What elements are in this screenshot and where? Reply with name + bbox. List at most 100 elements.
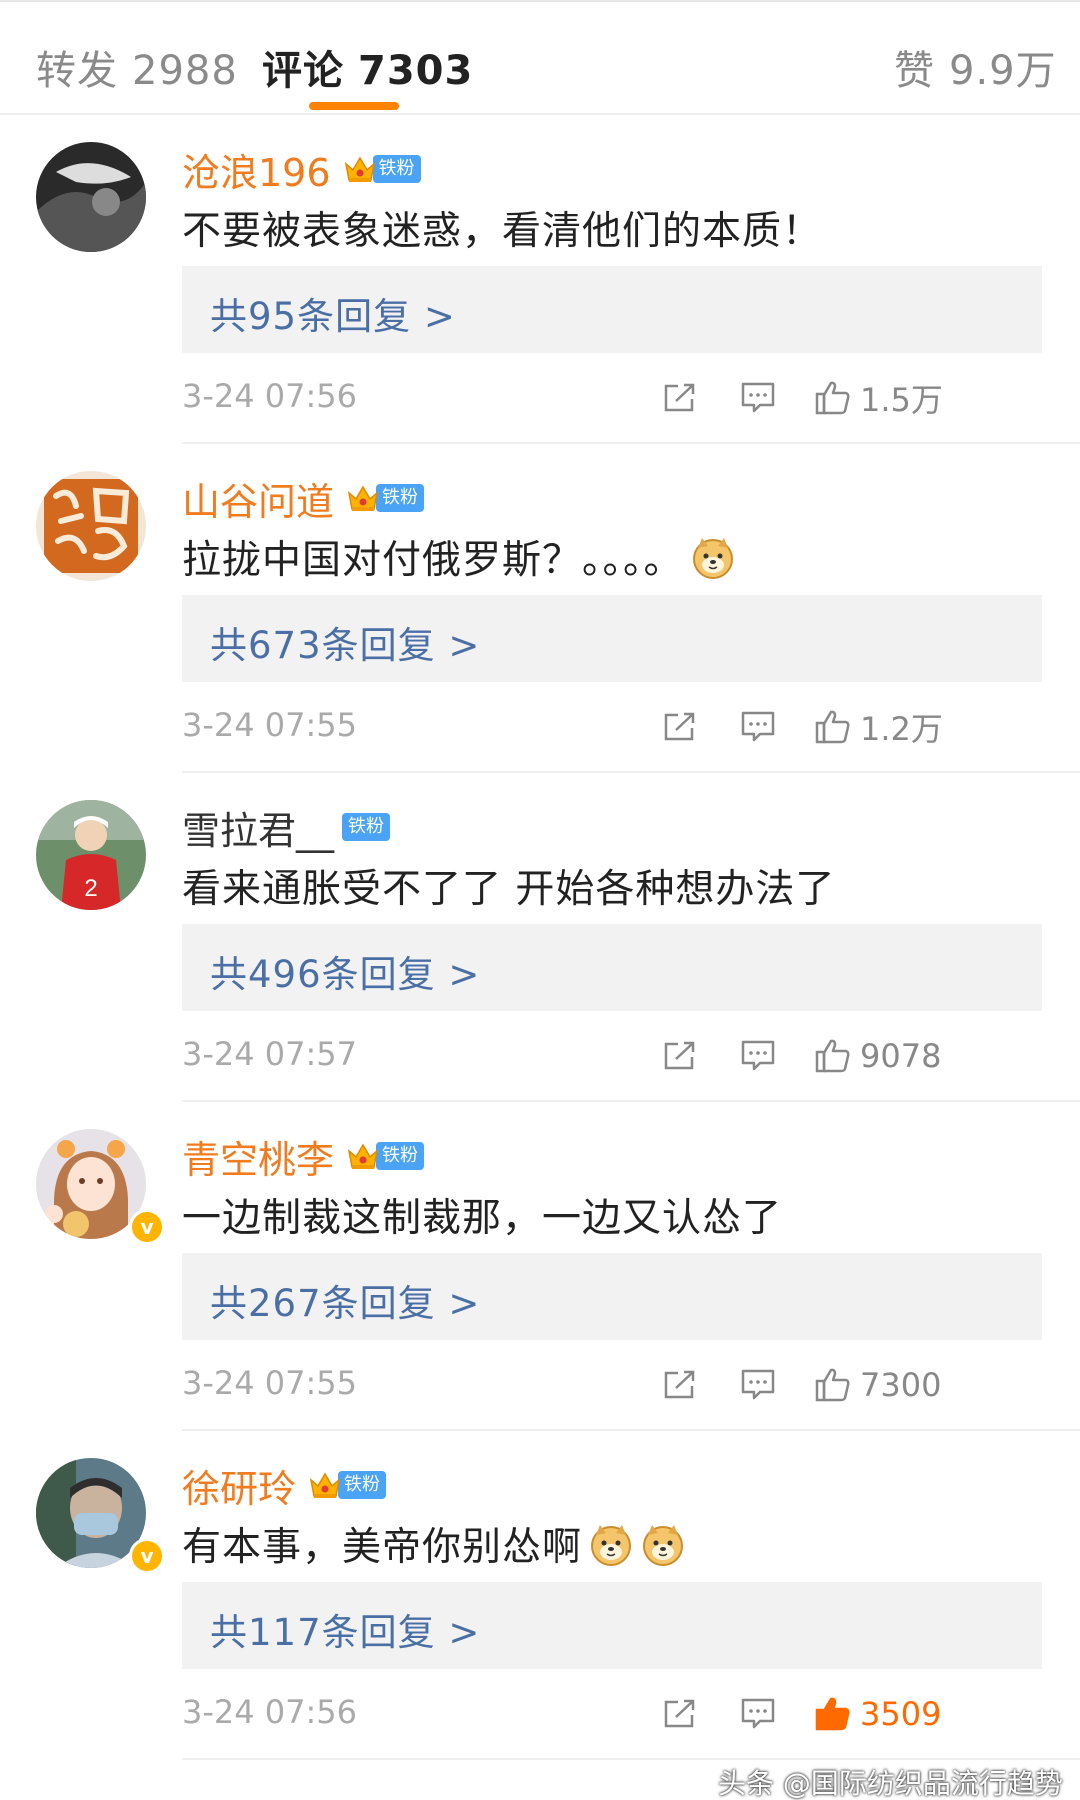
view-replies-label: 共267条回复 > [210,1282,481,1325]
comment-header: 青空桃李 铁粉 [182,1128,425,1184]
reply-button[interactable] [740,1031,776,1081]
like-button[interactable]: 3509 [814,1689,941,1739]
crown-icon [308,1470,342,1500]
fan-badge[interactable]: 铁粉 [342,812,391,842]
username[interactable]: 沧浪196 [182,142,331,197]
comment-meta: 3-24 07:56 1.5万 [182,373,1042,423]
view-replies-button[interactable]: 共95条回复 > [182,266,1042,353]
comment-icon [740,1697,776,1731]
comment-timestamp: 3-24 07:56 [182,1693,358,1731]
comment-timestamp: 3-24 07:57 [182,1035,358,1073]
username[interactable]: 山谷问道 [182,471,334,526]
view-replies-button[interactable]: 共267条回复 > [182,1253,1042,1340]
comment-timestamp: 3-24 07:55 [182,706,358,744]
comment-text: 有本事，美帝你别怂啊 [182,1516,686,1572]
comment-text-content: 有本事，美帝你别怂啊 [182,1525,583,1570]
like-button[interactable]: 1.5万 [814,373,943,423]
doge-emoji-icon [640,1521,686,1567]
fan-badge-label: 铁粉 [372,155,421,183]
comment-text-content: 拉拢中国对付俄罗斯？。。。。 [182,538,684,583]
reply-button[interactable] [740,373,776,423]
thumbs-up-icon [814,709,852,745]
comment-item: 山谷问道 铁粉拉拢中国对付俄罗斯？。。。。共673条回复 > 3-24 07:55 1… [36,444,1080,773]
tab-comments-label: 评论 [262,48,344,94]
like-count: 9078 [860,1037,942,1075]
comment-meta: 3-24 07:56 3509 [182,1689,1042,1739]
tab-likes-label: 赞 [894,48,935,94]
like-button[interactable]: 9078 [814,1031,941,1081]
avatar[interactable]: 2 [36,800,146,910]
svg-text:2: 2 [84,875,97,902]
like-count: 3509 [860,1695,942,1733]
comment-text-content: 看来通胀受不了了 开始各种想办法了 [182,867,836,912]
crown-icon [343,154,377,184]
share-button[interactable] [662,1360,698,1410]
view-replies-label: 共95条回复 > [210,295,456,338]
tab-likes[interactable]: 赞 9.9万 [894,38,1057,96]
crown-icon [346,1141,380,1171]
fan-badge-label: 铁粉 [338,1471,387,1499]
share-icon [662,1040,698,1072]
comment-timestamp: 3-24 07:55 [182,1364,358,1402]
like-count: 1.2万 [860,710,943,748]
fan-badge[interactable]: 铁粉 [308,1470,387,1500]
comment-text: 不要被表象迷惑，看清他们的本质！ [182,200,822,256]
view-replies-label: 共673条回复 > [210,624,481,667]
watermark: 头条 @国际纺织品流行趋势 [718,1767,1063,1800]
doge-emoji-icon [588,1521,634,1567]
comment-item: 2 雪拉君__ 铁粉看来通胀受不了了 开始各种想办法了共496条回复 > 3-24 0… [36,773,1080,1102]
active-tab-indicator [309,102,399,110]
comment-header: 徐研玲 铁粉 [182,1457,387,1513]
reply-button[interactable] [740,1689,776,1739]
avatar[interactable] [36,471,146,581]
view-replies-button[interactable]: 共496条回复 > [182,924,1042,1011]
view-replies-button[interactable]: 共673条回复 > [182,595,1042,682]
avatar[interactable] [36,142,146,252]
like-button[interactable]: 1.2万 [814,702,943,752]
view-replies-button[interactable]: 共117条回复 > [182,1582,1042,1669]
comment-text: 一边制裁这制裁那，一边又认怂了 [182,1187,782,1243]
share-button[interactable] [662,1031,698,1081]
share-icon [662,711,698,743]
comment-icon [740,1368,776,1402]
fan-badge-label: 铁粉 [376,1142,425,1170]
share-button[interactable] [662,1689,698,1739]
crown-icon [346,483,380,513]
comment-timestamp: 3-24 07:56 [182,377,358,415]
fan-badge-label: 铁粉 [376,484,425,512]
comment-item: v 徐研玲 铁粉有本事，美帝你别怂啊共117条回复 > 3-24 07:56 3509 [36,1431,1080,1760]
comment-header: 山谷问道 铁粉 [182,470,425,526]
share-button[interactable] [662,373,698,423]
comment-text-content: 一边制裁这制裁那，一边又认怂了 [182,1196,783,1241]
comment-icon [740,381,776,415]
verified-badge-icon: v [129,1538,165,1574]
comment-header: 沧浪196 铁粉 [182,141,421,197]
username[interactable]: 青空桃李 [182,1129,334,1184]
tab-comments[interactable]: 评论 7303 [262,38,473,96]
reply-button[interactable] [740,702,776,752]
tab-bar: 转发 2988 评论 7303 赞 9.9万 [0,0,1080,115]
reply-button[interactable] [740,1360,776,1410]
username[interactable]: 雪拉君__ [182,800,334,855]
tab-repost[interactable]: 转发 2988 [36,38,238,96]
fan-badge[interactable]: 铁粉 [346,1141,425,1171]
fan-badge[interactable]: 铁粉 [343,154,421,184]
tab-repost-label: 转发 [36,48,118,94]
comment-meta: 3-24 07:55 7300 [182,1360,1042,1410]
fan-badge[interactable]: 铁粉 [346,483,425,513]
view-replies-label: 共496条回复 > [210,953,481,996]
comment-text: 拉拢中国对付俄罗斯？。。。。 [182,529,736,585]
username[interactable]: 徐研玲 [182,1458,296,1513]
like-count: 7300 [860,1366,942,1404]
share-icon [662,382,698,414]
comment-meta: 3-24 07:55 1.2万 [182,702,1042,752]
like-button[interactable]: 7300 [814,1360,941,1410]
thumbs-up-icon [814,1038,852,1074]
view-replies-label: 共117条回复 > [210,1611,481,1654]
comment-text-content: 不要被表象迷惑，看清他们的本质！ [182,209,823,254]
share-button[interactable] [662,702,698,752]
verified-badge-icon: v [129,1209,165,1245]
comment-meta: 3-24 07:57 9078 [182,1031,1042,1081]
doge-emoji-icon [690,534,736,580]
thumbs-up-icon [814,1367,852,1403]
